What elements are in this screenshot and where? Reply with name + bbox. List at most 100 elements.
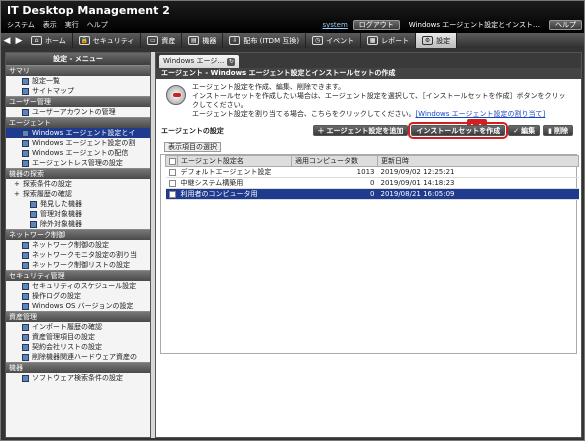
sidebar-item-label: セキュリティのスケジュール設定 bbox=[32, 282, 137, 290]
cell-name: 利用者のコンピュータ用 bbox=[177, 188, 292, 200]
nav-device-label: 機器 bbox=[202, 36, 217, 45]
nav-bar: ◀ ▶ ⌂ ホーム 🔒 セキュリティ ▭ 資産 ▤ 機器 ⇩ 配布 (ITDM 互換) ◷… bbox=[1, 33, 584, 48]
col-name[interactable]: エージェント設定名 bbox=[177, 155, 292, 167]
select-all-header[interactable] bbox=[165, 155, 178, 167]
help-button[interactable]: ヘルプ bbox=[549, 20, 582, 30]
nav-report[interactable]: ▦ レポート bbox=[361, 33, 417, 48]
back-arrow-icon[interactable]: ◀ bbox=[1, 36, 13, 46]
delete-button[interactable]: ▮ 削除 bbox=[543, 125, 573, 136]
asset-icon: ▭ bbox=[147, 36, 159, 45]
plus-icon: + bbox=[14, 180, 20, 188]
tab-windows-agent[interactable]: Windows エージ… ↻ bbox=[159, 55, 240, 68]
sidebar-item-agent-deliver[interactable]: Windows エージェントの配信 bbox=[6, 148, 150, 158]
user-link[interactable]: system bbox=[322, 21, 347, 29]
row-checkbox[interactable] bbox=[168, 168, 176, 176]
section-security[interactable]: セキュリティ管理 bbox=[6, 270, 150, 281]
lock-icon bbox=[22, 292, 29, 300]
sidebar-item-security-schedule[interactable]: セキュリティのスケジュール設定 bbox=[6, 281, 150, 291]
row-checkbox[interactable] bbox=[168, 179, 176, 187]
menu-bar: システム 表示 実行 ヘルプ bbox=[7, 20, 108, 30]
edit-label: 編集 bbox=[521, 126, 536, 135]
sidebar-item-found-devices[interactable]: 発見した機器 bbox=[6, 199, 150, 209]
sidebar-item-discovery-conditions[interactable]: + 探索条件の設定 bbox=[6, 179, 150, 189]
app-window: IT Desktop Management 2 システム 表示 実行 ヘルプ s… bbox=[0, 0, 585, 441]
nav-device[interactable]: ▤ 機器 bbox=[182, 33, 224, 48]
add-agent-setting-button[interactable]: ＋エージェント設定を追加 bbox=[312, 125, 409, 136]
sidebar-item-settings-list[interactable]: 設定一覧 bbox=[6, 76, 150, 86]
section-discovery[interactable]: 機器の探索 bbox=[6, 168, 150, 179]
col-count[interactable]: 適用コンピュータ数 bbox=[291, 155, 378, 167]
table-row[interactable]: ✓ 利用者のコンピュータ用 0 2019/08/21 16:05:09 bbox=[165, 188, 579, 200]
nav-distribution[interactable]: ⇩ 配布 (ITDM 互換) bbox=[223, 33, 307, 48]
settings-icon: ⚙ bbox=[422, 36, 434, 45]
nav-report-label: レポート bbox=[381, 36, 410, 45]
sidebar-item-network-monitor[interactable]: ネットワークモニタ設定の割り当 bbox=[6, 250, 150, 260]
menu-help[interactable]: ヘルプ bbox=[87, 20, 108, 30]
plus-icon: + bbox=[14, 190, 20, 198]
table-row[interactable]: 中継システム構築用 0 2019/09/01 14:18:23 bbox=[165, 177, 579, 189]
subhead-label: エージェントの設定 bbox=[161, 127, 224, 135]
table-row[interactable]: デフォルトエージェント設定 1013 2019/09/02 12:25:21 bbox=[165, 166, 579, 178]
sidebar-item-operation-log[interactable]: 操作ログの設定 bbox=[6, 291, 150, 301]
sidebar-item-os-version[interactable]: Windows OS バージョンの設定 bbox=[6, 301, 150, 311]
sidebar-item-discovery-history[interactable]: + 探索履歴の確認 bbox=[6, 189, 150, 199]
sidebar-item-asset-fields[interactable]: 資産管理項目の設定 bbox=[6, 332, 150, 342]
nav-security[interactable]: 🔒 セキュリティ bbox=[73, 33, 142, 48]
agent-settings-subhead: エージェントの設定 12. ＋エージェント設定を追加 インストールセットを作成 … bbox=[156, 119, 581, 139]
column-select-button[interactable]: 表示項目の選択 bbox=[164, 142, 221, 152]
section-agent[interactable]: エージェント bbox=[6, 117, 150, 128]
nav-asset[interactable]: ▭ 資産 bbox=[141, 33, 183, 48]
sidebar-item-agent-settings[interactable]: Windows エージェント設定とイ bbox=[6, 128, 150, 138]
sidebar-item-deleted-hw[interactable]: 削除機器関連ハードウェア資産の bbox=[6, 352, 150, 362]
sidebar-title: 設定 - メニュー bbox=[6, 53, 150, 65]
app-title: IT Desktop Management 2 bbox=[7, 4, 170, 17]
sidebar-item-software-search[interactable]: ソフトウェア検索条件の設定 bbox=[6, 373, 150, 383]
edit-button[interactable]: ✓ 編集 bbox=[508, 125, 541, 136]
sidebar-item-label: 削除機器関連ハードウェア資産の bbox=[32, 353, 137, 361]
cell-date: 2019/09/02 12:25:21 bbox=[377, 166, 579, 178]
device-icon: ▤ bbox=[188, 36, 200, 45]
sidebar-item-agentless[interactable]: エージェントレス管理の設定 bbox=[6, 158, 150, 168]
col-date[interactable]: 更新日時 bbox=[377, 155, 579, 167]
section-asset[interactable]: 資産管理 bbox=[6, 311, 150, 322]
nav-settings[interactable]: ⚙ 設定 bbox=[416, 33, 458, 48]
assign-link[interactable]: [Windows エージェント設定の割り当て] bbox=[415, 110, 545, 118]
logout-button[interactable]: ログアウト bbox=[352, 20, 400, 30]
refresh-icon[interactable]: ↻ bbox=[227, 57, 236, 66]
sidebar-item-network-control[interactable]: ネットワーク制御の設定 bbox=[6, 240, 150, 250]
section-device[interactable]: 機器 bbox=[6, 362, 150, 373]
menu-run[interactable]: 実行 bbox=[65, 20, 79, 30]
cell-count: 0 bbox=[291, 177, 378, 189]
sidebar-item-label: ネットワーク制御の設定 bbox=[32, 241, 109, 249]
tab-label: Windows エージ… bbox=[163, 57, 225, 65]
nav-settings-label: 設定 bbox=[436, 36, 451, 45]
sidebar-item-label: 資産管理項目の設定 bbox=[32, 333, 95, 341]
section-user[interactable]: ユーザー管理 bbox=[6, 96, 150, 107]
sidebar-item-import-history[interactable]: インポート履歴の確認 bbox=[6, 322, 150, 332]
nav-event[interactable]: ◷ イベント bbox=[306, 33, 362, 48]
sidebar-item-network-list[interactable]: ネットワーク制御リストの設定 bbox=[6, 260, 150, 270]
menu-view[interactable]: 表示 bbox=[43, 20, 57, 30]
section-summary[interactable]: サマリ bbox=[6, 65, 150, 76]
sidebar-item-label: Windows OS バージョンの設定 bbox=[32, 302, 134, 310]
sidebar-item-sitemap[interactable]: サイトマップ bbox=[6, 86, 150, 96]
sidebar-item-contractors[interactable]: 契約会社リストの設定 bbox=[6, 342, 150, 352]
sidebar-item-agent-assign[interactable]: Windows エージェント設定の割 bbox=[6, 138, 150, 148]
sidebar-item-managed-devices[interactable]: 管理対象機器 bbox=[6, 209, 150, 219]
title-bar: IT Desktop Management 2 システム 表示 実行 ヘルプ s… bbox=[1, 1, 584, 33]
section-network[interactable]: ネットワーク制御 bbox=[6, 229, 150, 240]
nav-home[interactable]: ⌂ ホーム bbox=[25, 33, 73, 48]
sidebar-item-label: 除外対象機器 bbox=[40, 220, 82, 228]
network-icon bbox=[22, 251, 29, 259]
sidebar-item-excluded-devices[interactable]: 除外対象機器 bbox=[6, 219, 150, 229]
user-icon bbox=[22, 108, 29, 116]
row-checkbox[interactable]: ✓ bbox=[168, 190, 176, 198]
cell-count: 0 bbox=[291, 188, 378, 200]
select-all-checkbox[interactable] bbox=[169, 157, 176, 165]
sidebar-item-user-accounts[interactable]: ユーザーアカウントの管理 bbox=[6, 107, 150, 117]
menu-system[interactable]: システム bbox=[7, 20, 35, 30]
forward-arrow-icon[interactable]: ▶ bbox=[13, 36, 25, 46]
info-box: エージェント設定を作成、編集、削除できます。 インストールセットを作成したい場合… bbox=[156, 79, 581, 125]
create-install-set-button[interactable]: インストールセットを作成 bbox=[408, 122, 509, 139]
info-line-3: クしてください。 bbox=[192, 101, 248, 109]
